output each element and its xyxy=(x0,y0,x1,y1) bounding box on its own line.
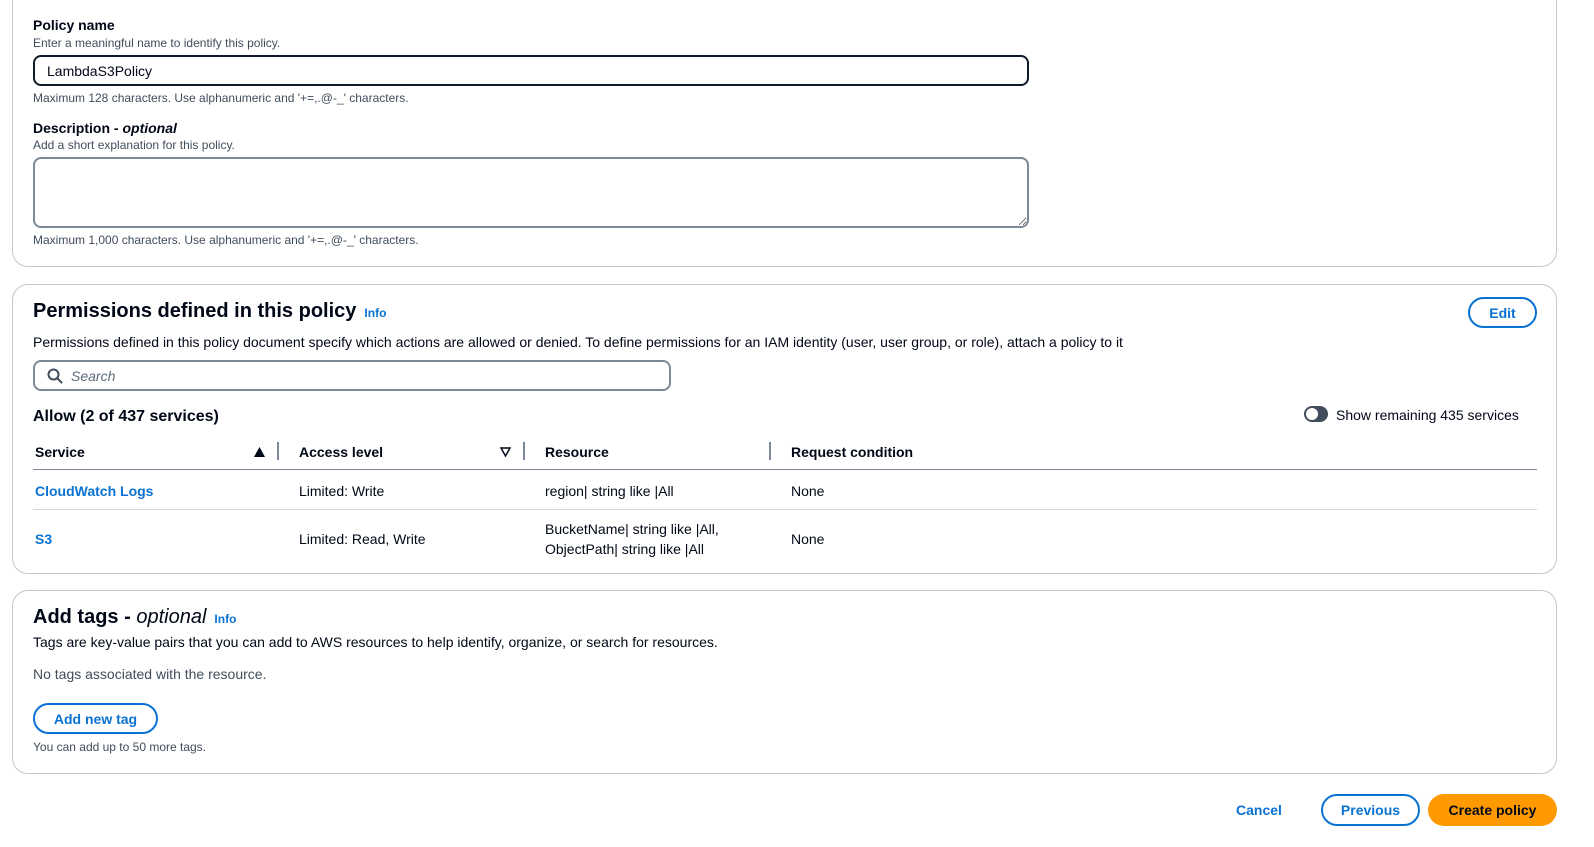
description-optional-text: optional xyxy=(122,120,177,136)
tags-header: Add tags - optional Info xyxy=(33,606,236,629)
service-link-s3[interactable]: S3 xyxy=(35,529,52,549)
permissions-card: Permissions defined in this policy Info E… xyxy=(12,284,1557,574)
table-header-divider xyxy=(33,469,1537,470)
policy-name-hint: Maximum 128 characters. Use alphanumeric… xyxy=(33,91,409,105)
previous-button[interactable]: Previous xyxy=(1321,794,1420,826)
tags-info-link[interactable]: Info xyxy=(214,612,236,626)
resource-line: BucketName| string like |All, xyxy=(545,521,719,537)
access-level-cell: Limited: Write xyxy=(299,483,385,499)
column-separator[interactable] xyxy=(769,442,771,460)
policy-name-input[interactable] xyxy=(33,55,1029,86)
edit-button[interactable]: Edit xyxy=(1468,297,1537,328)
cancel-button[interactable]: Cancel xyxy=(1236,800,1282,820)
tags-title: Add tags - xyxy=(33,606,137,628)
search-icon xyxy=(47,368,63,384)
policy-name-description: Enter a meaningful name to identify this… xyxy=(33,36,281,50)
sort-descending-icon[interactable] xyxy=(500,447,511,457)
tags-title-optional: optional xyxy=(136,606,207,628)
tags-card: Add tags - optional Info Tags are key-val… xyxy=(12,590,1557,774)
row-divider xyxy=(33,509,1537,510)
tags-empty-text: No tags associated with the resource. xyxy=(33,666,267,682)
description-description: Add a short explanation for this policy. xyxy=(33,138,235,152)
create-policy-button[interactable]: Create policy xyxy=(1428,794,1557,826)
column-header-resource[interactable]: Resource xyxy=(545,444,609,460)
permissions-search[interactable] xyxy=(33,360,671,391)
column-separator[interactable] xyxy=(277,442,279,460)
permissions-title: Permissions defined in this policy xyxy=(33,300,357,322)
column-header-service[interactable]: Service xyxy=(35,444,85,460)
permissions-info-link[interactable]: Info xyxy=(364,306,386,320)
column-separator[interactable] xyxy=(523,442,525,460)
policy-details-card: Policy name Enter a meaningful name to i… xyxy=(12,0,1557,267)
resource-cell: region| string like |All xyxy=(545,483,674,499)
request-condition-cell: None xyxy=(791,483,825,499)
access-level-cell: Limited: Read, Write xyxy=(299,531,426,547)
sort-ascending-icon[interactable] xyxy=(254,447,265,457)
description-label: Description - optional xyxy=(33,120,177,136)
column-header-access-level[interactable]: Access level xyxy=(299,444,383,460)
description-input[interactable] xyxy=(33,157,1029,228)
show-remaining-toggle[interactable] xyxy=(1304,406,1328,422)
description-label-text: Description - xyxy=(33,120,123,136)
permissions-description: Permissions defined in this policy docum… xyxy=(33,334,1123,350)
tags-hint: You can add up to 50 more tags. xyxy=(33,740,207,754)
service-link-cloudwatch-logs[interactable]: CloudWatch Logs xyxy=(35,481,153,501)
request-condition-cell: None xyxy=(791,531,825,547)
resource-line: ObjectPath| string like |All xyxy=(545,541,705,557)
permissions-header: Permissions defined in this policy Info xyxy=(33,300,386,323)
tags-description: Tags are key-value pairs that you can ad… xyxy=(33,634,718,650)
resource-cell: BucketName| string like |All, ObjectPath… xyxy=(545,519,719,559)
allow-heading: Allow (2 of 437 services) xyxy=(33,408,219,425)
column-header-request-condition: Request condition xyxy=(791,444,914,460)
show-remaining-label: Show remaining 435 services xyxy=(1336,407,1519,423)
add-new-tag-button[interactable]: Add new tag xyxy=(33,703,158,734)
search-input[interactable] xyxy=(71,367,651,384)
description-hint: Maximum 1,000 characters. Use alphanumer… xyxy=(33,233,419,247)
policy-name-label: Policy name xyxy=(33,17,115,33)
